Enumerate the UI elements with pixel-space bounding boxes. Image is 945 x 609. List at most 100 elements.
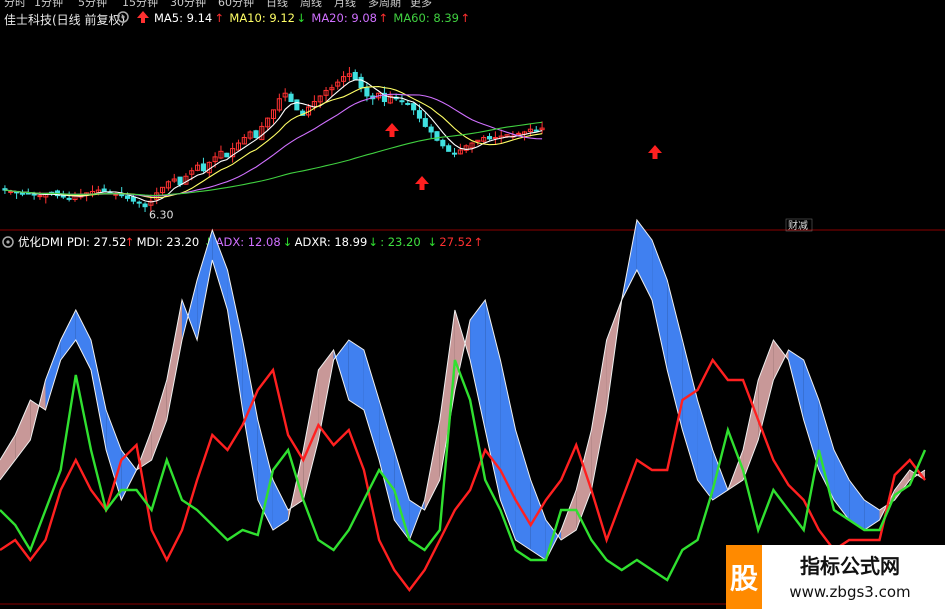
candle-body <box>288 93 294 103</box>
period-tab[interactable]: 分时 <box>4 0 26 9</box>
legend-item: MA10: 9.12 <box>229 11 295 25</box>
adx-line <box>0 259 926 561</box>
event-marker-label: 财减 <box>788 219 808 232</box>
legend-trend-arrow: ↑ <box>460 11 470 25</box>
adx-fill-segment <box>363 350 380 460</box>
period-tab[interactable]: 更多 <box>410 0 432 9</box>
candle-body <box>399 100 405 103</box>
low-price-label: 6.30 <box>149 209 174 222</box>
adx-fill-segment <box>636 220 653 300</box>
adx-fill-segment <box>151 380 167 460</box>
legend-item: ADXR: 18.99 <box>295 235 368 249</box>
candle-body <box>136 201 142 204</box>
period-tab[interactable]: 日线 <box>266 0 288 9</box>
candle-body <box>124 195 131 199</box>
candle-body <box>142 203 148 208</box>
candle-body <box>416 110 423 119</box>
dmi-settings-gear-icon[interactable] <box>2 236 14 248</box>
buy-signal-arrow-icon <box>385 123 399 137</box>
candle-body <box>224 152 230 158</box>
candle-body <box>411 103 417 111</box>
chart-canvas: 分时 1分钟 5分钟 15分钟 30分钟 60分钟 日线 周线 月线 多周期 更多 佳士科技(日线 … <box>0 0 945 609</box>
candle-body <box>451 152 458 155</box>
legend-item: : 23.20 <box>380 235 420 249</box>
ma-line-10 <box>4 86 543 199</box>
candle-body <box>130 196 136 202</box>
legend-trend-arrow: ↑ <box>378 11 388 25</box>
candle-body <box>253 130 259 139</box>
stock-title: 佳士科技(日线 前复权) <box>4 12 125 27</box>
period-tab-bar[interactable]: 分时 1分钟 5分钟 15分钟 30分钟 60分钟 日线 周线 月线 多周期 更多 <box>4 0 432 9</box>
adx-fill-segment <box>697 400 713 500</box>
adx-fill-segment <box>803 360 819 470</box>
period-tab[interactable]: 1分钟 <box>34 0 63 9</box>
adx-fill-segment <box>166 300 182 420</box>
legend-item: MA5: 9.14 <box>154 11 212 25</box>
adx-fill-segment <box>515 430 531 550</box>
candle-body <box>533 129 539 132</box>
legend-trend-arrow: ↑ <box>473 235 483 249</box>
buy-signal-arrow-icon <box>648 145 662 159</box>
ma-line-60 <box>4 121 543 196</box>
adx-fill-segment <box>773 340 789 380</box>
period-tab[interactable]: 60分钟 <box>218 0 254 9</box>
period-tab[interactable]: 周线 <box>300 0 322 9</box>
candle-body <box>486 136 493 140</box>
ma-line-5 <box>4 79 543 203</box>
legend-trend-arrow: ↑ <box>214 11 224 25</box>
period-tab[interactable]: 15分钟 <box>122 0 158 9</box>
candle-body <box>101 188 107 192</box>
legend-trend-arrow: ↓ <box>296 11 306 25</box>
watermark-logo: 股 <box>730 562 758 595</box>
legend-trend-arrow: ↓ <box>427 235 437 249</box>
legend-trend-arrow: ↑ <box>125 235 135 249</box>
candle-body <box>352 71 358 80</box>
ma-indicator-arrow-icon <box>137 11 149 23</box>
candle-body <box>428 126 434 133</box>
dmi-lines <box>0 218 927 592</box>
period-tab[interactable]: 月线 <box>334 0 356 9</box>
candle-body <box>422 118 428 127</box>
buy-signal-arrow-icon <box>415 176 429 190</box>
candle-body <box>446 145 452 152</box>
dmi-legend: 优化DMI PDI: 27.52↑ MDI: 23.20 ↓ ADX: 12.08 ↓ A… <box>18 235 483 249</box>
candle-body <box>440 139 446 147</box>
adx-fill-segment <box>75 310 91 370</box>
legend-item: 优化DMI PDI: 27.52 <box>18 235 126 249</box>
candle-body <box>37 195 43 198</box>
candle-body <box>66 197 72 200</box>
adx-fill-segment <box>303 370 319 500</box>
adx-fill-segment <box>90 340 107 450</box>
period-tab[interactable]: 5分钟 <box>78 0 107 9</box>
ma-lines <box>4 79 543 203</box>
candle-body <box>358 76 364 89</box>
candle-body <box>492 137 498 139</box>
legend-item: MA60: 8.39 <box>393 11 459 25</box>
candle-body <box>294 99 300 111</box>
candle-body <box>364 87 370 97</box>
adx-fill-segment <box>227 270 243 410</box>
adx-fill-segment <box>0 435 16 480</box>
period-tab[interactable]: 30分钟 <box>170 0 206 9</box>
adx-fill-segment <box>379 400 395 520</box>
period-tab[interactable]: 多周期 <box>368 0 401 9</box>
watermark: 股 指标公式网 www.zbgs3.com <box>726 545 945 609</box>
adx-fill-segment <box>682 340 698 480</box>
candle-body <box>177 176 183 186</box>
adx-fill-segment <box>894 470 910 500</box>
adx-fill-segment <box>743 380 759 480</box>
ma-legend: MA5: 9.14 ↑ MA10: 9.12 ↓ MA20: 9.08 ↑ MA60: 8.… <box>154 11 470 25</box>
candle-body <box>405 102 411 105</box>
legend-item: 27.52 <box>439 235 472 249</box>
watermark-title: 指标公式网 <box>800 554 900 578</box>
legend-trend-arrow: ↓ <box>368 235 378 249</box>
adx-fill-segment <box>561 490 577 540</box>
candle-body <box>25 192 31 195</box>
legend-trend-arrow: ↓ <box>283 235 293 249</box>
candlesticks <box>2 66 545 213</box>
legend-item: MDI: 23.20 <box>137 235 200 249</box>
legend-item: ADX: 12.08 <box>216 235 281 249</box>
candle-body <box>434 131 440 141</box>
watermark-url: www.zbgs3.com <box>789 583 910 601</box>
candle-body <box>8 190 14 193</box>
